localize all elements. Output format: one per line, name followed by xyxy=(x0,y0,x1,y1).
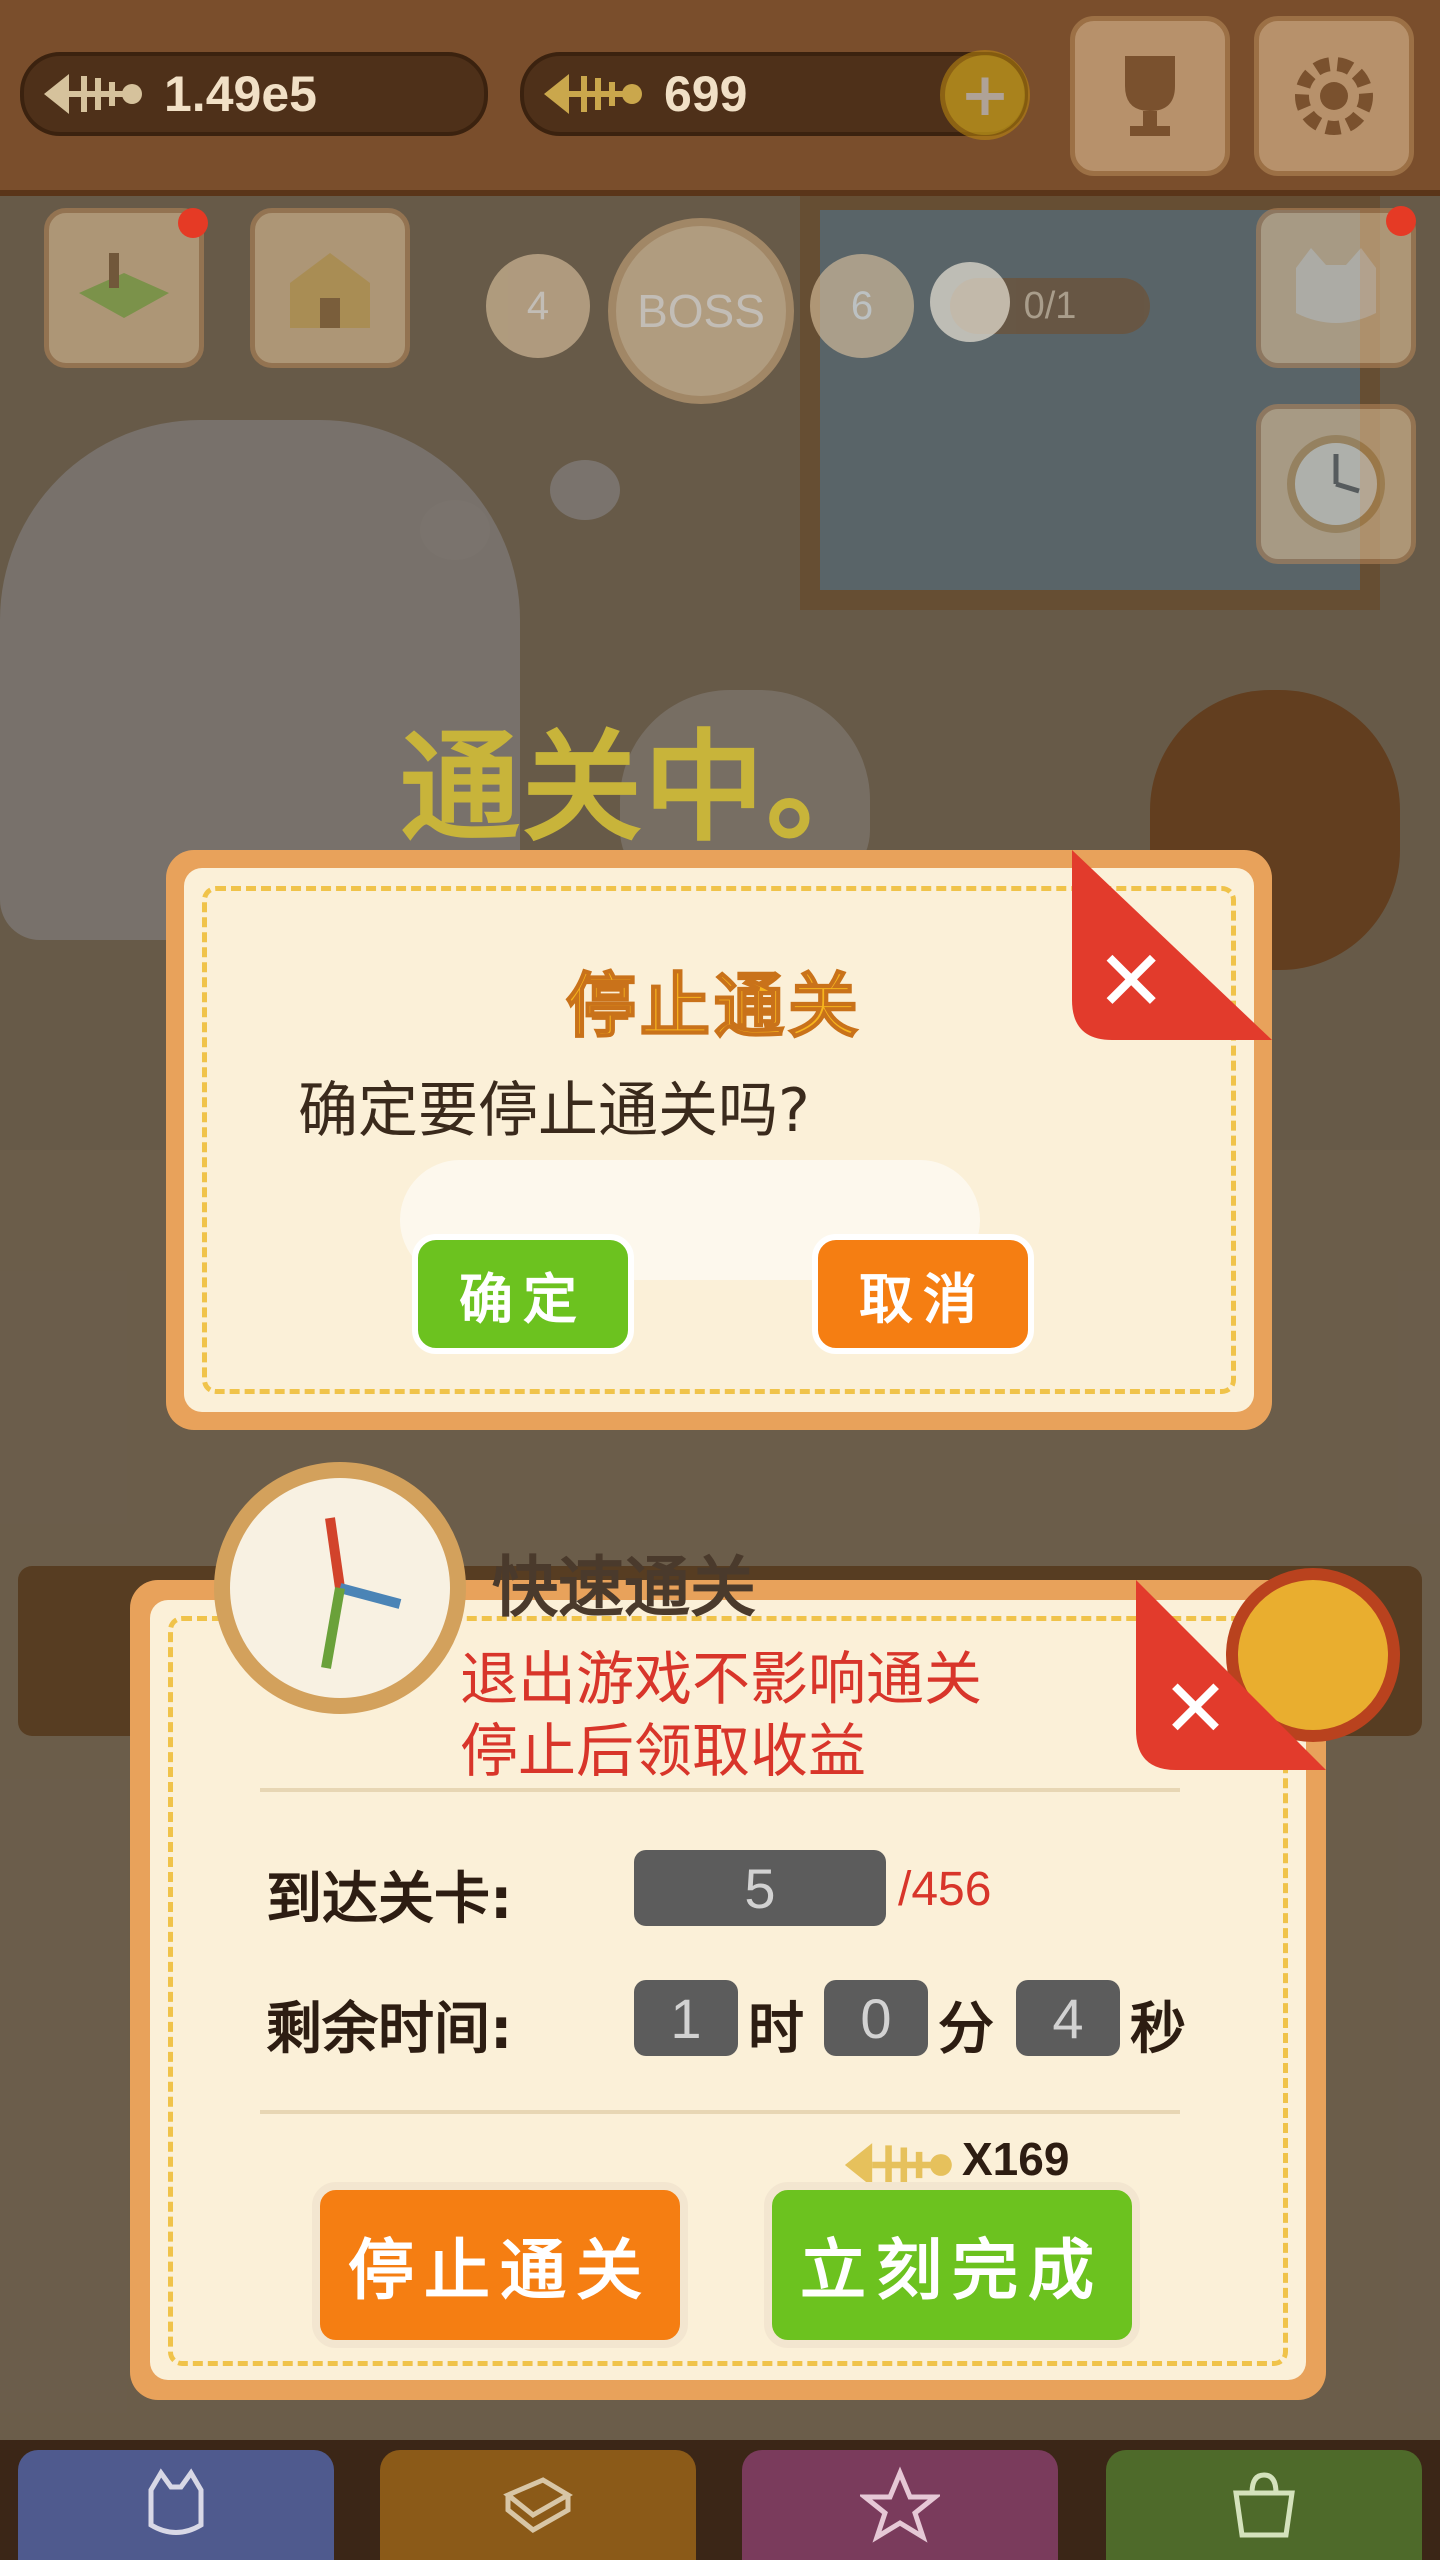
notification-dot xyxy=(178,208,208,238)
settings-button[interactable] xyxy=(1254,16,1414,176)
instant-finish-button[interactable]: 立刻完成 xyxy=(764,2182,1140,2348)
reach-stage-field: 5 xyxy=(634,1850,886,1926)
book-icon xyxy=(503,2477,573,2534)
reach-stage-label: 到达关卡: xyxy=(266,1867,513,1932)
seconds-unit: 秒 xyxy=(1130,1997,1186,2062)
minutes-value: 0 xyxy=(860,1986,892,2050)
fishbone-counter: 1.49e5 xyxy=(20,52,488,136)
hours-value: 1 xyxy=(670,1986,702,2050)
clearing-status-text: 通关中。 xyxy=(400,719,888,858)
garden-icon xyxy=(79,253,169,318)
compass-needle-icon xyxy=(321,1517,402,1669)
notification-dot xyxy=(1386,206,1416,236)
cancel-button[interactable]: 取消 xyxy=(812,1234,1034,1354)
hours-field: 1 xyxy=(634,1980,738,2056)
gear-icon xyxy=(1295,57,1373,135)
fishbone-count: 1.49e5 xyxy=(164,66,317,122)
boss-stage-marker: BOSS xyxy=(608,218,794,404)
quick-pass-close-button[interactable]: ✕ xyxy=(1136,1580,1326,1770)
previous-stage-number: 4 xyxy=(526,283,550,328)
confirm-dialog-message: 确定要停止通关吗? xyxy=(298,1076,810,1146)
minutes-unit: 分 xyxy=(938,1997,994,2062)
tab-shop[interactable] xyxy=(1106,2450,1422,2560)
fishbone-icon xyxy=(44,74,142,114)
quick-pass-note-line2: 停止后领取收益 xyxy=(460,1717,867,1785)
next-stage-number: 6 xyxy=(850,283,874,328)
pocket-watch-icon xyxy=(1287,435,1385,533)
trophy-button[interactable] xyxy=(1070,16,1230,176)
previous-stage-marker: 4 xyxy=(486,254,590,358)
golden-fishbone-icon xyxy=(544,74,642,114)
hours-unit: 时 xyxy=(748,1997,804,2062)
cat-icon xyxy=(148,2468,204,2535)
tab-book[interactable] xyxy=(380,2450,696,2560)
seconds-value: 4 xyxy=(1052,1986,1084,2050)
cat-face-icon xyxy=(1296,248,1376,323)
add-currency-button[interactable]: + xyxy=(940,50,1030,140)
quest-progress-text: 0/1 xyxy=(1023,284,1077,327)
cancel-label: 取消 xyxy=(859,1267,987,1331)
reach-stage-total: /456 xyxy=(898,1863,992,1916)
close-icon: ✕ xyxy=(1096,932,1167,1030)
stop-clearing-label: 停止通关 xyxy=(348,2232,652,2309)
pocket-watch-emblem xyxy=(214,1462,466,1714)
boss-label: BOSS xyxy=(637,285,765,337)
house-button[interactable] xyxy=(250,208,410,368)
golden-fish-count: 699 xyxy=(664,66,748,122)
quick-pass-title: 快速通关 xyxy=(492,1549,756,1626)
trophy-icon xyxy=(1125,56,1175,136)
clock-button[interactable] xyxy=(1256,404,1416,564)
tab-star[interactable] xyxy=(742,2450,1058,2560)
instant-finish-cost: X169 xyxy=(962,2133,1070,2185)
seconds-field: 4 xyxy=(1016,1980,1120,2056)
confirm-button[interactable]: 确定 xyxy=(412,1234,634,1354)
remaining-time-label: 剩余时间: xyxy=(266,1997,513,2062)
minutes-field: 0 xyxy=(824,1980,928,2056)
divider-line xyxy=(260,1788,1180,1792)
shopping-bag-icon xyxy=(1233,2472,1295,2538)
confirm-label: 确定 xyxy=(459,1267,587,1331)
instant-finish-label: 立刻完成 xyxy=(800,2232,1104,2309)
tab-cats[interactable] xyxy=(18,2450,334,2560)
close-icon: ✕ xyxy=(1162,1662,1230,1755)
reach-stage-value: 5 xyxy=(744,1856,776,1920)
star-icon xyxy=(860,2466,940,2543)
house-icon xyxy=(290,253,370,328)
stop-clearing-button[interactable]: 停止通关 xyxy=(312,2182,688,2348)
confirm-dialog-close-button[interactable]: ✕ xyxy=(1072,850,1272,1050)
divider-line xyxy=(260,2110,1180,2114)
confirm-dialog-title: 停止通关 xyxy=(565,964,862,1048)
next-stage-marker: 6 xyxy=(810,254,914,358)
quest-cat-icon xyxy=(930,262,1010,342)
